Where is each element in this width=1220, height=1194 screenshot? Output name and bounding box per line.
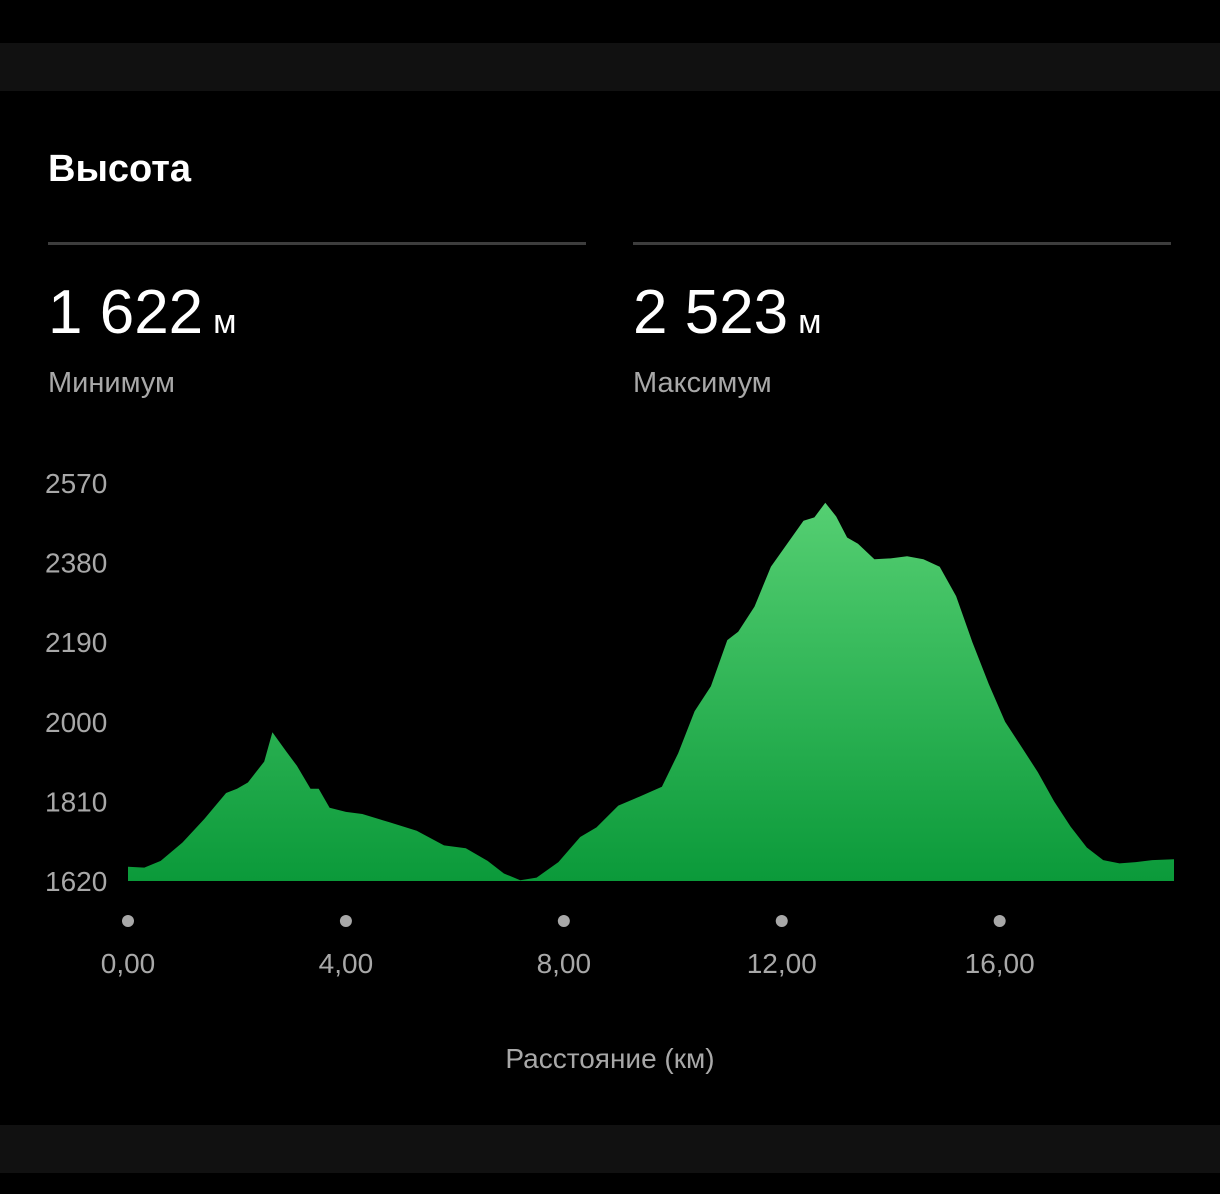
x-tick-label: 0,00	[101, 948, 156, 979]
y-tick-label: 2190	[45, 627, 107, 658]
x-tick-dot	[775, 915, 788, 927]
y-axis: 2570 2380 2190 2000 1810 1620	[45, 468, 107, 897]
x-tick-label: 4,00	[319, 948, 374, 979]
y-tick-label: 2380	[45, 548, 107, 579]
x-tick-dot	[557, 915, 570, 927]
elevation-chart: 2570 2380 2190 2000 1810 1620 0,00 4,00 8,00 12,…	[45, 468, 1174, 1074]
x-tick-dot	[122, 915, 134, 927]
y-tick-label: 1810	[45, 786, 107, 817]
y-tick-label: 1620	[45, 866, 107, 897]
y-tick-label: 2570	[45, 468, 107, 499]
x-tick-dot	[993, 915, 1006, 927]
x-axis-label: Расстояние (км)	[505, 1043, 714, 1074]
elevation-area	[128, 502, 1174, 881]
x-tick-label: 8,00	[537, 948, 592, 979]
x-axis: 0,00 4,00 8,00 12,00 16,00	[101, 915, 1035, 979]
x-tick-label: 16,00	[965, 948, 1035, 979]
y-tick-label: 2000	[45, 707, 107, 738]
x-tick-label: 12,00	[747, 948, 817, 979]
x-tick-dot	[339, 915, 352, 927]
bottom-bar	[0, 1125, 1220, 1173]
